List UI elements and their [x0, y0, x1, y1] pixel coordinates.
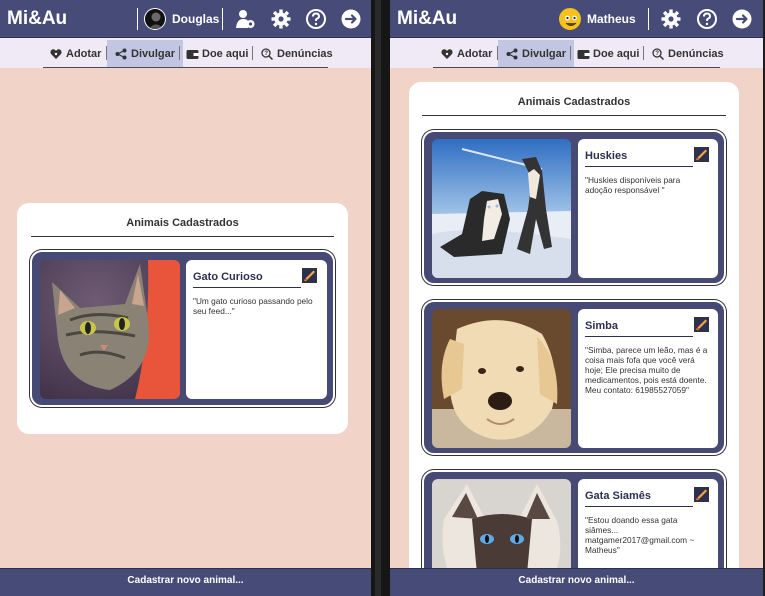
- gear-icon[interactable]: [270, 8, 292, 30]
- top-bar: Mi&Au Douglas: [0, 0, 371, 38]
- tab-bar: Adotar Divulgar Doe aqui ? Denúncias: [390, 38, 763, 68]
- separator: [648, 8, 649, 30]
- wallet-icon: [186, 48, 199, 60]
- animal-name: Simba: [585, 320, 619, 332]
- tab-underline: [433, 67, 720, 68]
- tab-denuncias[interactable]: ? Denúncias: [261, 40, 333, 68]
- name-underline: [585, 336, 693, 337]
- edit-icon[interactable]: [694, 147, 709, 162]
- panel-rule: [31, 236, 334, 237]
- heart-paw-icon: [50, 48, 62, 60]
- wallet-icon: [577, 48, 590, 60]
- tab-label: Denúncias: [277, 48, 333, 60]
- tab-separator: [252, 46, 253, 60]
- tab-label: Doe aqui: [593, 48, 640, 60]
- brand-logo[interactable]: Mi&Au: [397, 8, 457, 30]
- animal-photo-cat: [40, 260, 180, 399]
- help-icon[interactable]: [696, 8, 718, 30]
- tab-denuncias[interactable]: ? Denúncias: [652, 40, 724, 68]
- scrollbar-track[interactable]: [375, 0, 381, 596]
- animal-card[interactable]: Huskies "Huskies disponíveis para adoção…: [422, 130, 726, 285]
- avatar: [144, 8, 166, 30]
- name-underline: [585, 166, 693, 167]
- tab-label: Adotar: [66, 48, 102, 60]
- share-icon: [115, 48, 127, 60]
- name-underline: [585, 506, 693, 507]
- separator: [222, 8, 223, 30]
- animal-name: Gata Siamês: [585, 490, 652, 502]
- animal-description: "Estou doando essa gata siâmes... matgam…: [585, 515, 695, 555]
- tab-adotar[interactable]: Adotar: [50, 40, 101, 68]
- brand-logo[interactable]: Mi&Au: [7, 8, 67, 30]
- animal-card[interactable]: Simba "Simba, parece um leão, mas é a co…: [422, 300, 726, 455]
- animal-info: Gato Curioso "Um gato curioso passando p…: [186, 260, 327, 399]
- user-settings-icon[interactable]: [234, 8, 256, 30]
- animal-photo-simba: [432, 309, 571, 448]
- panel-rule: [422, 115, 726, 116]
- tab-label: Divulgar: [131, 48, 176, 60]
- logout-icon[interactable]: [731, 8, 753, 30]
- help-icon[interactable]: [305, 8, 327, 30]
- user-name: Matheus: [587, 12, 636, 26]
- animal-card[interactable]: Gato Curioso "Um gato curioso passando p…: [30, 250, 335, 407]
- panel-title: Animais Cadastrados: [517, 96, 631, 108]
- animal-description: "Um gato curioso passando pelo seu feed.…: [193, 296, 313, 316]
- edit-icon[interactable]: [694, 487, 709, 502]
- help-search-icon: ?: [261, 48, 274, 61]
- name-underline: [193, 287, 301, 288]
- top-bar: Mi&Au Matheus: [390, 0, 763, 38]
- user-name: Douglas: [172, 12, 220, 26]
- gear-icon[interactable]: [660, 8, 682, 30]
- user-profile[interactable]: Matheus: [559, 7, 636, 31]
- svg-text:?: ?: [655, 51, 659, 57]
- avatar: [559, 8, 581, 30]
- add-animal-button[interactable]: Cadastrar novo animal...: [0, 568, 371, 596]
- animals-panel: Animais Cadastrados Huskies "Huskies dis…: [409, 82, 739, 596]
- tab-label: Doe aqui: [202, 48, 249, 60]
- animals-panel: Animais Cadastrados Gato Curioso "Um gat…: [17, 203, 348, 434]
- screen-matheus: Mi&Au Matheus Adotar Divulgar Doe aqui ?…: [390, 0, 763, 596]
- tab-doe-aqui[interactable]: Doe aqui: [577, 40, 639, 68]
- animal-description: "Simba, parece um leão, mas é a coisa ma…: [585, 345, 708, 395]
- animal-photo-huskies: [432, 139, 571, 278]
- tab-divulgar[interactable]: Divulgar: [107, 40, 184, 68]
- logout-icon[interactable]: [340, 8, 362, 30]
- animal-name: Huskies: [585, 150, 628, 162]
- tab-doe-aqui[interactable]: Doe aqui: [186, 40, 248, 68]
- panel-title: Animais Cadastrados: [126, 217, 239, 229]
- tab-label: Divulgar: [522, 48, 567, 60]
- separator: [137, 8, 138, 30]
- screen-divider: [371, 0, 390, 596]
- edit-icon[interactable]: [694, 317, 709, 332]
- animal-name: Gato Curioso: [193, 271, 263, 283]
- tab-bar: Adotar Divulgar Doe aqui ? Denúncias: [0, 38, 371, 68]
- tab-adotar[interactable]: Adotar: [441, 40, 492, 68]
- tab-underline: [43, 67, 328, 68]
- user-profile[interactable]: Douglas: [137, 7, 219, 31]
- tab-separator: [179, 46, 180, 60]
- animal-info: Simba "Simba, parece um leão, mas é a co…: [578, 309, 718, 448]
- heart-paw-icon: [441, 48, 453, 60]
- add-animal-button[interactable]: Cadastrar novo animal...: [390, 568, 763, 596]
- animal-description: "Huskies disponíveis para adoção respons…: [585, 175, 681, 195]
- animal-info: Huskies "Huskies disponíveis para adoção…: [578, 139, 718, 278]
- tab-separator: [570, 46, 571, 60]
- tab-divulgar[interactable]: Divulgar: [498, 40, 575, 68]
- tab-label: Denúncias: [668, 48, 724, 60]
- share-icon: [506, 48, 518, 60]
- help-search-icon: ?: [652, 48, 665, 61]
- tab-label: Adotar: [457, 48, 493, 60]
- svg-text:?: ?: [264, 51, 268, 57]
- tab-separator: [643, 46, 644, 60]
- screen-douglas: Mi&Au Douglas Adotar Divulgar Doe aqui ?…: [0, 0, 371, 596]
- edit-icon[interactable]: [302, 268, 317, 283]
